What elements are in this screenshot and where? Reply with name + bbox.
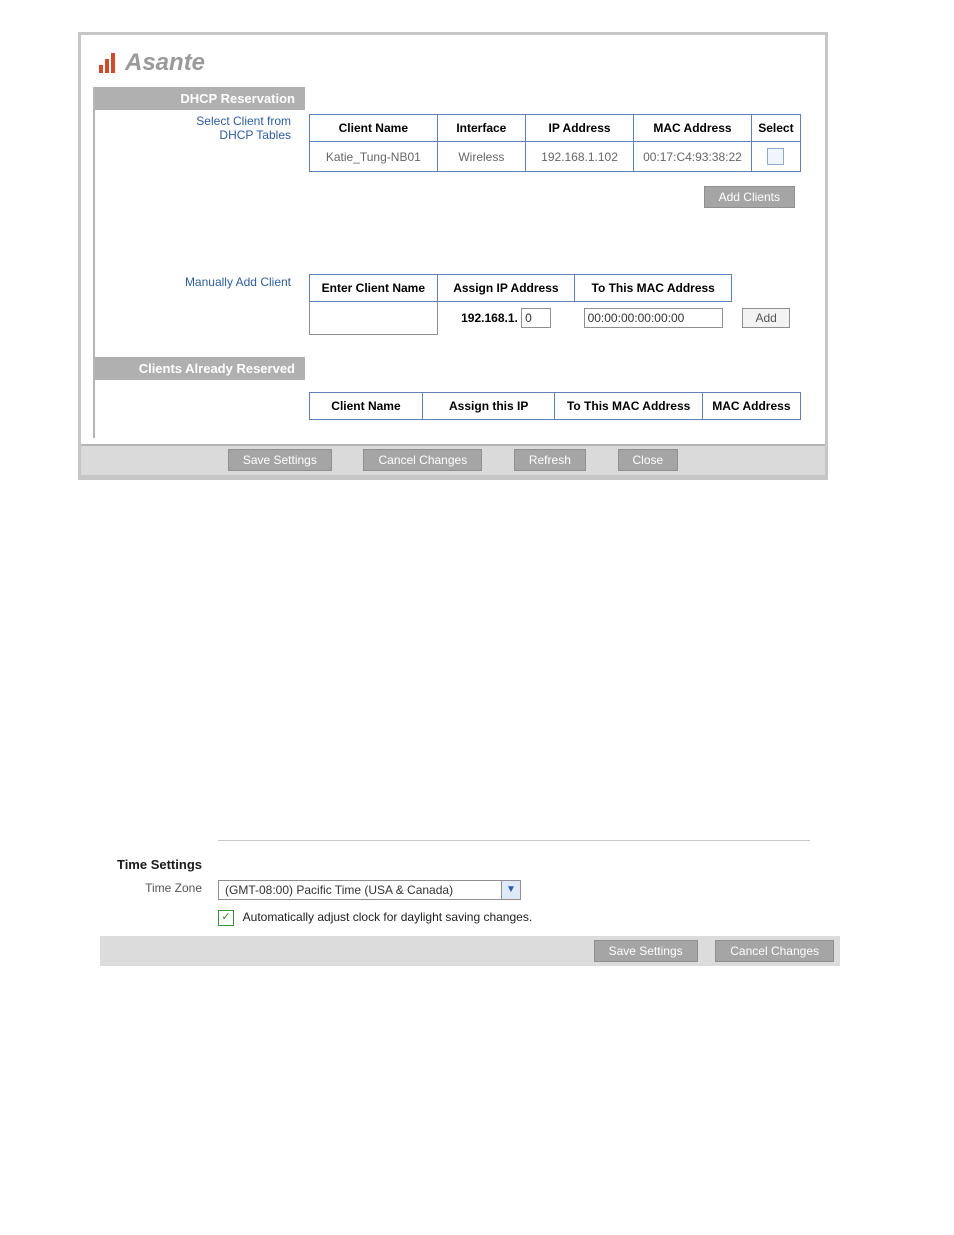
col-enter-name: Enter Client Name — [310, 275, 438, 302]
col-client-name: Client Name — [310, 115, 438, 142]
chevron-down-icon[interactable]: ▼ — [501, 881, 520, 899]
dhcp-reservation-window: Asante DHCP Reservation Select Client fr… — [78, 32, 828, 480]
dhcp-clients-table: Client Name Interface IP Address MAC Add… — [309, 114, 801, 172]
cancel-changes-button[interactable]: Cancel Changes — [363, 449, 482, 471]
cell-client-name: Katie_Tung-NB01 — [310, 142, 438, 172]
add-clients-button[interactable]: Add Clients — [704, 186, 795, 208]
manual-add-row: 192.168.1. Add — [310, 302, 801, 335]
divider — [218, 840, 810, 841]
col-mac: MAC Address — [634, 115, 752, 142]
table-row: Katie_Tung-NB01 Wireless 192.168.1.102 0… — [310, 142, 801, 172]
dhcp-button-bar: Save Settings Cancel Changes Refresh Clo… — [81, 444, 825, 477]
col-interface: Interface — [437, 115, 525, 142]
add-button[interactable]: Add — [742, 308, 789, 328]
save-settings-button[interactable]: Save Settings — [228, 449, 332, 471]
cell-mac: 00:17:C4:93:38:22 — [634, 142, 752, 172]
client-name-input[interactable] — [312, 309, 435, 327]
section-title-reserved: Clients Already Reserved — [95, 357, 305, 380]
time-zone-select[interactable]: ▼ — [218, 880, 521, 900]
brand-text: Asante — [125, 49, 205, 77]
ip-prefix: 192.168.1. — [461, 311, 518, 325]
manual-add-label: Manually Add Client — [185, 275, 291, 289]
time-settings-heading: Time Settings — [117, 857, 202, 872]
time-zone-value[interactable] — [219, 881, 501, 899]
graph-icon — [99, 53, 121, 73]
manual-add-table: Enter Client Name Assign IP Address To T… — [309, 274, 801, 335]
section-title-dhcp: DHCP Reservation — [95, 87, 305, 110]
col-to-mac: To This MAC Address — [575, 275, 732, 302]
cell-interface: Wireless — [437, 142, 525, 172]
select-client-label-2: DHCP Tables — [101, 128, 291, 142]
cell-ip: 192.168.1.102 — [526, 142, 634, 172]
time-cancel-button[interactable]: Cancel Changes — [715, 940, 834, 962]
brand-logo: Asante — [99, 49, 807, 77]
select-client-label-1: Select Client from — [101, 114, 291, 128]
col-ip: IP Address — [526, 115, 634, 142]
col-select: Select — [751, 115, 800, 142]
select-client-checkbox[interactable] — [767, 148, 784, 165]
r-col-mac2: MAC Address — [702, 392, 800, 419]
refresh-button[interactable]: Refresh — [514, 449, 586, 471]
dst-label: Automatically adjust clock for daylight … — [243, 910, 532, 924]
dst-checkbox[interactable]: ✓ — [218, 910, 234, 926]
reserved-clients-table: Client Name Assign this IP To This MAC A… — [309, 392, 801, 420]
r-col-assign: Assign this IP — [422, 392, 555, 419]
time-button-bar: Save Settings Cancel Changes — [100, 936, 840, 966]
col-assign-ip: Assign IP Address — [437, 275, 574, 302]
mac-address-input[interactable] — [584, 308, 723, 328]
close-button[interactable]: Close — [618, 449, 679, 471]
r-col-mac: To This MAC Address — [555, 392, 702, 419]
time-zone-label: Time Zone — [145, 881, 202, 895]
time-save-button[interactable]: Save Settings — [594, 940, 698, 962]
r-col-client: Client Name — [310, 392, 423, 419]
ip-last-octet-input[interactable] — [521, 308, 551, 328]
time-settings-panel: Time Settings Time Zone ▼ ✓ Automaticall… — [100, 840, 840, 966]
